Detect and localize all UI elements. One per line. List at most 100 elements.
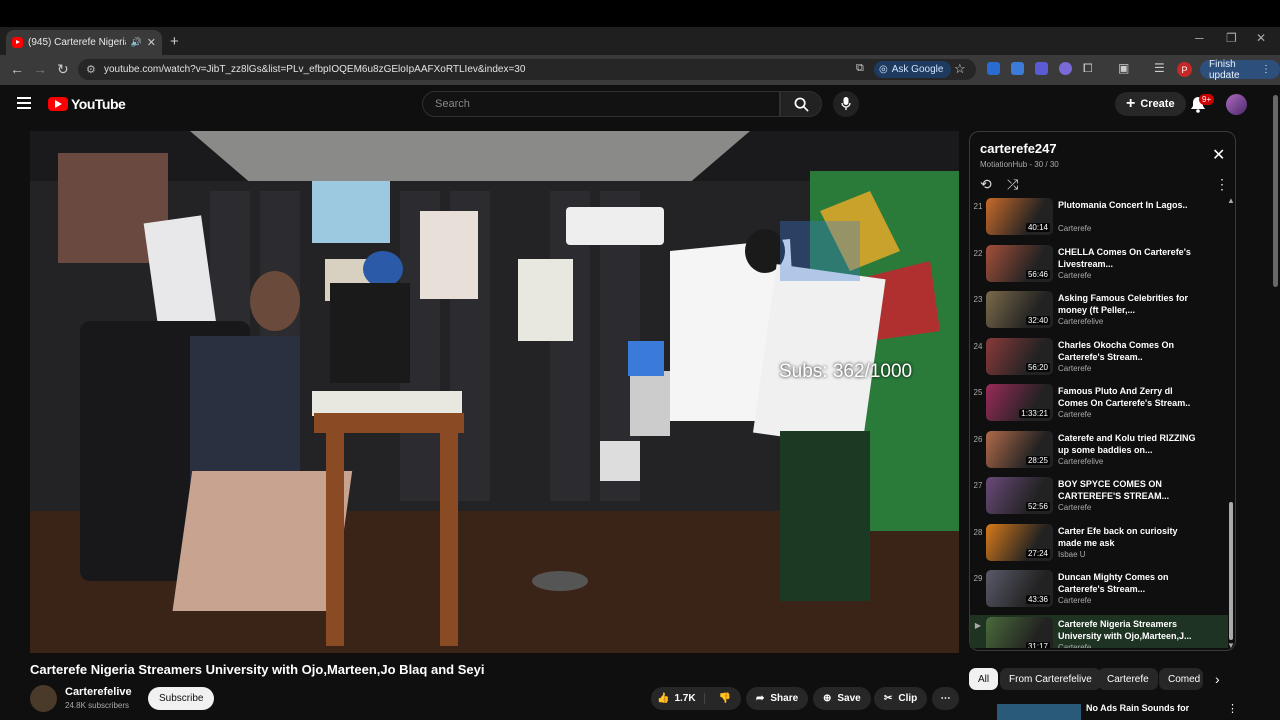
browser-tab[interactable]: (945) Carterefe Nigeria Stre 🔊 ✕ xyxy=(6,30,162,55)
close-playlist-icon[interactable]: ✕ xyxy=(1212,145,1225,165)
channel-avatar[interactable] xyxy=(30,685,57,712)
voice-search-button[interactable] xyxy=(833,91,859,117)
clip-button[interactable]: ✂ Clip xyxy=(874,687,928,710)
playlist-item-thumbnail[interactable]: 52:56 xyxy=(986,477,1053,514)
save-label: Save xyxy=(837,693,861,704)
tab-strip xyxy=(0,27,1280,55)
video-player[interactable] xyxy=(30,131,959,653)
extension-icon[interactable] xyxy=(987,62,1000,75)
chip-carterefe[interactable]: Carterefe xyxy=(1098,668,1158,690)
playlist-item-title[interactable]: Caterefe and Kolu tried RIZZING up some … xyxy=(1058,432,1198,456)
extension-icon[interactable] xyxy=(1059,62,1072,75)
install-icon[interactable]: ⧉ xyxy=(856,62,864,75)
ask-google-button[interactable]: ◎ Ask Google xyxy=(874,61,952,78)
puzzle-icon[interactable]: ⧠ xyxy=(1083,61,1093,76)
tab-search-icon[interactable]: ▣ xyxy=(1118,61,1129,75)
playlist-item-thumbnail[interactable]: 1:33:21 xyxy=(986,384,1053,421)
search-button[interactable] xyxy=(780,91,822,117)
close-tab-icon[interactable]: ✕ xyxy=(147,36,156,49)
speaker-icon[interactable]: 🔊 xyxy=(131,37,142,48)
playlist-item-thumbnail[interactable]: 56:46 xyxy=(986,244,1053,282)
like-count: 1.7K xyxy=(674,693,696,704)
youtube-logo[interactable]: YouTube xyxy=(48,96,126,112)
menu-icon[interactable] xyxy=(17,97,31,109)
playlist-item-thumbnail[interactable]: 32:40 xyxy=(986,291,1053,328)
minimize-icon[interactable]: ─ xyxy=(1195,31,1204,45)
loop-icon[interactable]: ⟲ xyxy=(980,176,992,193)
chip-from-channel[interactable]: From Carterefelive xyxy=(1000,668,1101,690)
playlist-item-title[interactable]: Asking Famous Celebrities for money (ft … xyxy=(1058,292,1198,316)
back-icon[interactable]: ← xyxy=(10,61,24,77)
playlist-item[interactable]: 22 56:46 CHELLA Comes On Carterefe's Lives… xyxy=(970,243,1228,290)
address-bar[interactable]: ⚙ youtube.com/watch?v=JibT_zz8lGs&list=P… xyxy=(78,59,976,80)
save-button[interactable]: ⊕ Save xyxy=(813,687,871,710)
playlist-item[interactable]: 26 28:25 Caterefe and Kolu tried RIZZING u… xyxy=(970,429,1228,476)
notification-badge: 9+ xyxy=(1199,94,1215,105)
like-button[interactable]: 👍 1.7K xyxy=(651,693,705,704)
search-input[interactable]: Search xyxy=(422,91,780,117)
share-button[interactable]: ➦ Share xyxy=(746,687,809,710)
shuffle-icon[interactable]: ⤮ xyxy=(1007,176,1018,193)
subscribe-button[interactable]: Subscribe xyxy=(148,687,215,710)
dislike-button[interactable]: 👎 xyxy=(711,693,739,704)
playlist-item-thumbnail[interactable]: 43:36 xyxy=(986,570,1053,607)
playlist-item[interactable]: ▶ 31:17 Carterefe Nigeria Streamers Univer… xyxy=(970,614,1228,648)
maximize-icon[interactable]: ❐ xyxy=(1226,31,1237,45)
playlist-item[interactable]: 27 52:56 BOY SPYCE COMES ON CARTEREFE'S ST… xyxy=(970,475,1228,522)
playlist-item-title[interactable]: Duncan Mighty Comes on Carterefe's Strea… xyxy=(1058,571,1198,595)
playlist-item[interactable]: 29 43:36 Duncan Mighty Comes on Carterefe'… xyxy=(970,568,1228,615)
playlist-item[interactable]: 23 32:40 Asking Famous Celebrities for mon… xyxy=(970,289,1228,336)
playlist-more-icon[interactable]: ⋮ xyxy=(1215,176,1229,193)
playlist-item-title[interactable]: Carter Efe back on curiosity made me ask xyxy=(1058,525,1198,549)
reload-icon[interactable]: ↻ xyxy=(57,61,69,78)
chip-comedy[interactable]: Comed xyxy=(1159,668,1203,690)
channel-name[interactable]: Carterefelive xyxy=(65,686,132,698)
playlist-item-title[interactable]: Charles Okocha Comes On Carterefe's Stre… xyxy=(1058,339,1198,363)
playlist-title[interactable]: carterefe247 xyxy=(980,141,1057,156)
clip-label: Clip xyxy=(898,693,918,704)
account-avatar[interactable] xyxy=(1226,94,1247,115)
reading-list-icon[interactable]: ☰ xyxy=(1154,61,1165,75)
playlist-item-index: 24 xyxy=(973,341,983,351)
next-video-thumbnail[interactable] xyxy=(997,704,1081,720)
next-video-more-icon[interactable]: ⋮ xyxy=(1227,702,1238,715)
playlist-item-thumbnail[interactable]: 31:17 xyxy=(986,616,1053,648)
playlist-item-title[interactable]: BOY SPYCE COMES ON CARTEREFE'S STREAM... xyxy=(1058,478,1198,502)
forward-icon[interactable]: → xyxy=(33,61,47,77)
close-window-icon[interactable]: ✕ xyxy=(1256,31,1266,45)
playlist-item-title[interactable]: CHELLA Comes On Carterefe's Livestream..… xyxy=(1058,246,1198,270)
profile-avatar[interactable]: P xyxy=(1177,62,1192,77)
playlist-item[interactable]: 28 27:24 Carter Efe back on curiosity made… xyxy=(970,522,1228,569)
scroll-up-icon[interactable]: ▲ xyxy=(1227,196,1235,205)
more-actions-button[interactable]: ⋯ xyxy=(932,687,959,710)
playlist-item-channel: Carterefe xyxy=(1058,503,1092,512)
playlist-item-duration: 56:20 xyxy=(1025,362,1050,372)
playlist-item-duration: 1:33:21 xyxy=(1019,409,1050,418)
chevron-right-icon[interactable]: › xyxy=(1215,671,1220,687)
playlist-item-thumbnail[interactable]: 56:20 xyxy=(986,337,1053,375)
playlist-item[interactable]: 25 1:33:21 Famous Pluto And Zerry dl Comes… xyxy=(970,382,1228,429)
playlist-item-index: 27 xyxy=(973,481,983,490)
bookmark-star-icon[interactable]: ☆ xyxy=(954,61,966,77)
playlist-item-duration: 27:24 xyxy=(1025,548,1050,558)
finish-update-button[interactable]: Finish update ⋮ xyxy=(1200,59,1280,81)
playlist-item-thumbnail[interactable]: 27:24 xyxy=(986,523,1053,561)
playlist-item-index: 22 xyxy=(973,248,983,258)
playlist-item-title[interactable]: Famous Pluto And Zerry dl Comes On Carte… xyxy=(1058,385,1198,409)
translate-icon[interactable] xyxy=(1011,62,1024,75)
shield-icon[interactable] xyxy=(1035,62,1048,75)
scroll-down-icon[interactable]: ▼ xyxy=(1227,641,1235,650)
playlist-item[interactable]: 21 40:14 Plutomania Concert In Lagos.. Cart… xyxy=(970,196,1228,243)
playlist-item-thumbnail[interactable]: 28:25 xyxy=(986,430,1053,468)
playlist-item-thumbnail[interactable]: 40:14 xyxy=(986,198,1053,235)
playlist-scrollbar[interactable] xyxy=(1229,502,1233,640)
site-info-icon[interactable]: ⚙ xyxy=(86,63,96,76)
page-scrollbar[interactable] xyxy=(1270,87,1280,720)
playlist-item[interactable]: 24 56:20 Charles Okocha Comes On Carterefe… xyxy=(970,336,1228,383)
create-button[interactable]: + Create xyxy=(1115,92,1186,116)
chip-all[interactable]: All xyxy=(969,668,999,690)
new-tab-icon[interactable]: + xyxy=(170,33,179,50)
playlist-item-title[interactable]: Carterefe Nigeria Streamers University w… xyxy=(1058,618,1198,642)
next-video-title[interactable]: No Ads Rain Sounds for xyxy=(1086,703,1189,713)
playlist-item-title[interactable]: Plutomania Concert In Lagos.. xyxy=(1058,199,1198,211)
